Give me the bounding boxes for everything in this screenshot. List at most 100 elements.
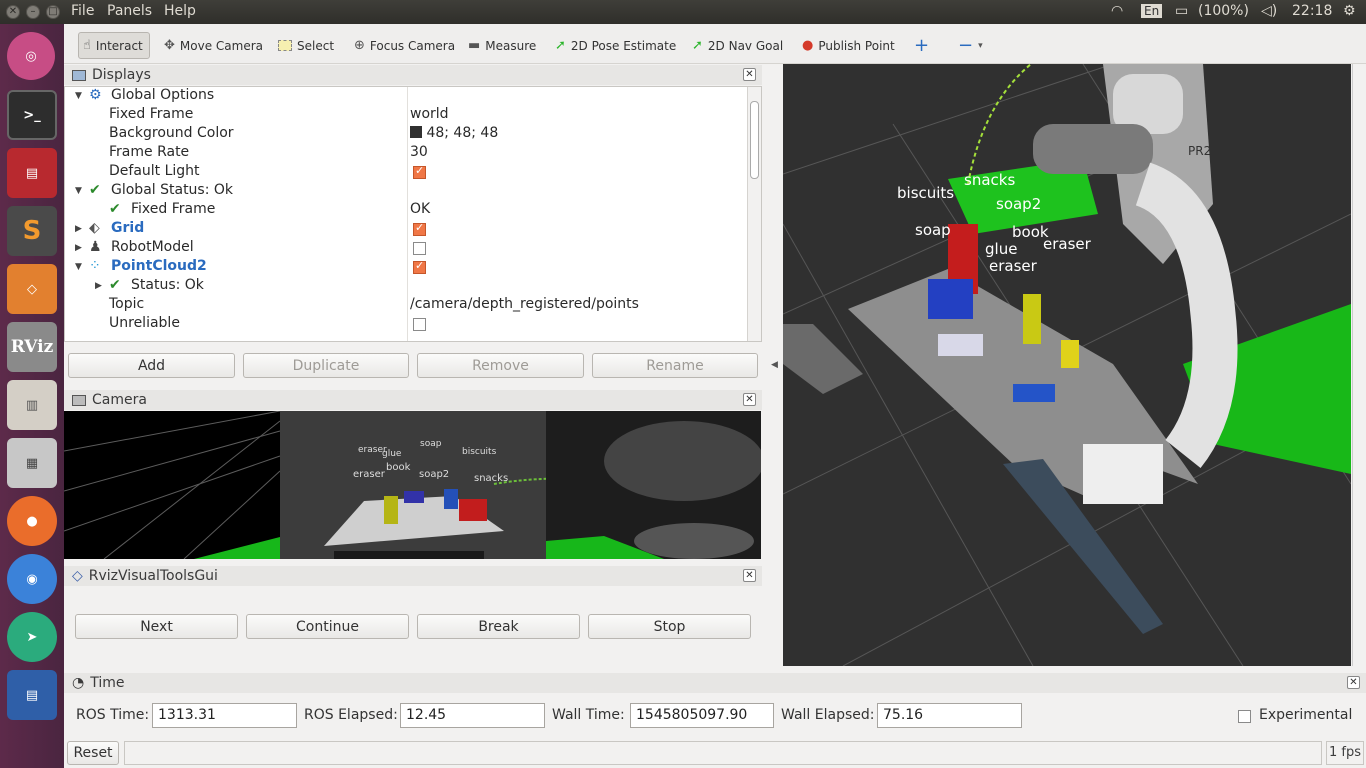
remove-display-button[interactable]: Remove [417,353,584,378]
displays-scrollbar[interactable] [747,87,761,341]
terminator-icon[interactable]: ▤ [7,148,57,198]
ros-time-field[interactable]: 1313.31 [152,703,297,728]
terminal-icon[interactable]: >_ [7,90,57,140]
calculator-icon[interactable]: ▦ [7,438,57,488]
tool-interact[interactable]: ☝ Interact [78,32,150,59]
tool-2d-pose-estimate[interactable]: ➚ 2D Pose Estimate [551,32,680,59]
menu-file[interactable]: File [71,3,94,19]
experimental-checkbox[interactable] [1238,710,1251,723]
tool-publish-point[interactable]: ● Publish Point [798,32,899,59]
add-display-button[interactable]: Add [68,353,235,378]
duplicate-display-button[interactable]: Duplicate [243,353,409,378]
tool-bar: ☝ Interact ✥ Move Camera Select ⊕ Focus Cam… [64,24,1366,64]
ros-time-label: ROS Time: [76,707,150,723]
collapse-left-arrow-icon[interactable]: ◀ [771,360,778,370]
telegram-icon[interactable]: ➤ [7,612,57,662]
writer-icon[interactable]: ▤ [7,670,57,720]
nav-arrow-icon: ➚ [692,38,703,53]
chrome-icon[interactable]: ◉ [7,554,57,604]
close-icon[interactable]: ✕ [1347,676,1360,689]
tool-measure[interactable]: ▬ Measure [464,32,540,59]
rename-display-button[interactable]: Rename [592,353,758,378]
close-window-icon[interactable]: ✕ [6,5,20,19]
reset-button[interactable]: Reset [67,741,119,765]
pointcloud-checkbox[interactable] [413,259,426,276]
label-soap: soap [915,221,951,239]
next-button[interactable]: Next [75,614,238,639]
stop-button[interactable]: Stop [588,614,751,639]
tree-row-global-status[interactable]: ▼ ✔ Global Status: Ok [65,182,745,201]
tool-focus-camera[interactable]: ⊕ Focus Camera [350,32,459,59]
default-light-checkbox[interactable] [413,164,426,181]
ros-elapsed-field[interactable]: 12.45 [400,703,545,728]
battery-icon[interactable]: ▭ [1175,3,1188,19]
minimize-window-icon[interactable]: – [26,5,40,19]
grid-enabled-checkbox[interactable] [413,221,426,238]
scroll-thumb[interactable] [750,101,759,179]
tool-select[interactable]: Select [274,32,338,59]
tree-row-pointcloud2[interactable]: ▼ ⁘ PointCloud2 [65,258,745,277]
tree-row-background-color[interactable]: Background Color 48; 48; 48 [65,125,745,144]
wifi-icon[interactable]: ◠ [1111,3,1123,19]
tree-row-topic[interactable]: Topic /camera/depth_registered/points [65,296,745,315]
frame-rate-value[interactable]: 30 [410,144,428,160]
break-button[interactable]: Break [417,614,580,639]
tree-row-default-light[interactable]: Default Light [65,163,745,182]
expand-arrow-icon[interactable]: ▼ [75,262,82,272]
remove-tool-icon[interactable]: − ▾ [954,32,987,59]
close-icon[interactable]: ✕ [743,68,756,81]
sublime-icon[interactable]: S [7,206,57,256]
tree-row-robot-model[interactable]: ▶ ♟ RobotModel [65,239,745,258]
fixed-frame-value[interactable]: world [410,106,449,122]
topic-value[interactable]: /camera/depth_registered/points [410,296,639,312]
wall-time-field[interactable]: 1545805097.90 [630,703,774,728]
tree-row-pointcloud-status[interactable]: ▶ ✔ Status: Ok [65,277,745,296]
files-icon[interactable]: ▥ [7,380,57,430]
unreliable-checkbox[interactable] [413,317,426,333]
tool-label: 2D Pose Estimate [570,38,677,53]
volume-icon[interactable]: ◁) [1261,3,1277,19]
tree-row-fixed-frame-status[interactable]: ✔ Fixed Frame OK [65,201,745,220]
expand-arrow-icon[interactable]: ▼ [75,91,82,101]
tool-2d-nav-goal[interactable]: ➚ 2D Nav Goal [688,32,787,59]
camera-view[interactable]: eraser glue soap biscuits eraser book so… [64,411,761,559]
clock[interactable]: 22:18 [1292,3,1332,19]
close-icon[interactable]: ✕ [743,393,756,406]
maximize-window-icon[interactable]: □ [46,5,60,19]
keyboard-layout[interactable]: En [1141,4,1163,18]
view-scrollbar[interactable] [1352,64,1366,666]
tree-row-fixed-frame[interactable]: Fixed Frame world [65,106,745,125]
menu-help[interactable]: Help [164,3,196,19]
label-eraser-2: eraser [989,257,1037,275]
background-color-value[interactable]: 48; 48; 48 [410,125,498,141]
robot-icon: ♟ [89,239,102,255]
collapse-arrow-icon[interactable]: ▶ [95,281,102,291]
tree-row-grid[interactable]: ▶ ⬖ Grid [65,220,745,239]
panel-title: Time [90,675,125,691]
tree-row-global-options[interactable]: ▼ ⚙ Global Options [65,87,745,106]
menu-panels[interactable]: Panels [107,3,152,19]
collapse-arrow-icon[interactable]: ▶ [75,243,82,253]
continue-button[interactable]: Continue [246,614,409,639]
wall-elapsed-field[interactable]: 75.16 [877,703,1022,728]
color-value-text: 48; 48; 48 [426,125,499,141]
label-snacks: snacks [964,171,1016,189]
row-label: PointCloud2 [111,258,207,274]
settings-gear-icon[interactable]: ⚙ [1343,3,1356,19]
close-icon[interactable]: ✕ [743,569,756,582]
tree-row-frame-rate[interactable]: Frame Rate 30 [65,144,745,163]
tree-row-unreliable[interactable]: Unreliable [65,315,745,334]
expand-arrow-icon[interactable]: ▼ [75,186,82,196]
rviz-icon[interactable]: RViz [7,322,57,372]
tool-move-camera[interactable]: ✥ Move Camera [160,32,267,59]
camera-panel-header: Camera ✕ [64,390,762,410]
gazebo-icon[interactable]: ◇ [7,264,57,314]
row-label: Global Options [111,87,215,103]
render-3d-view[interactable]: biscuits snacks soap2 soap book glue era… [783,64,1351,666]
check-icon: ✔ [109,201,121,217]
robot-model-checkbox[interactable] [413,241,426,257]
firefox-icon[interactable]: ● [7,496,57,546]
add-tool-icon[interactable]: + [910,32,933,59]
ubuntu-icon[interactable]: ◎ [7,32,55,80]
collapse-arrow-icon[interactable]: ▶ [75,224,82,234]
